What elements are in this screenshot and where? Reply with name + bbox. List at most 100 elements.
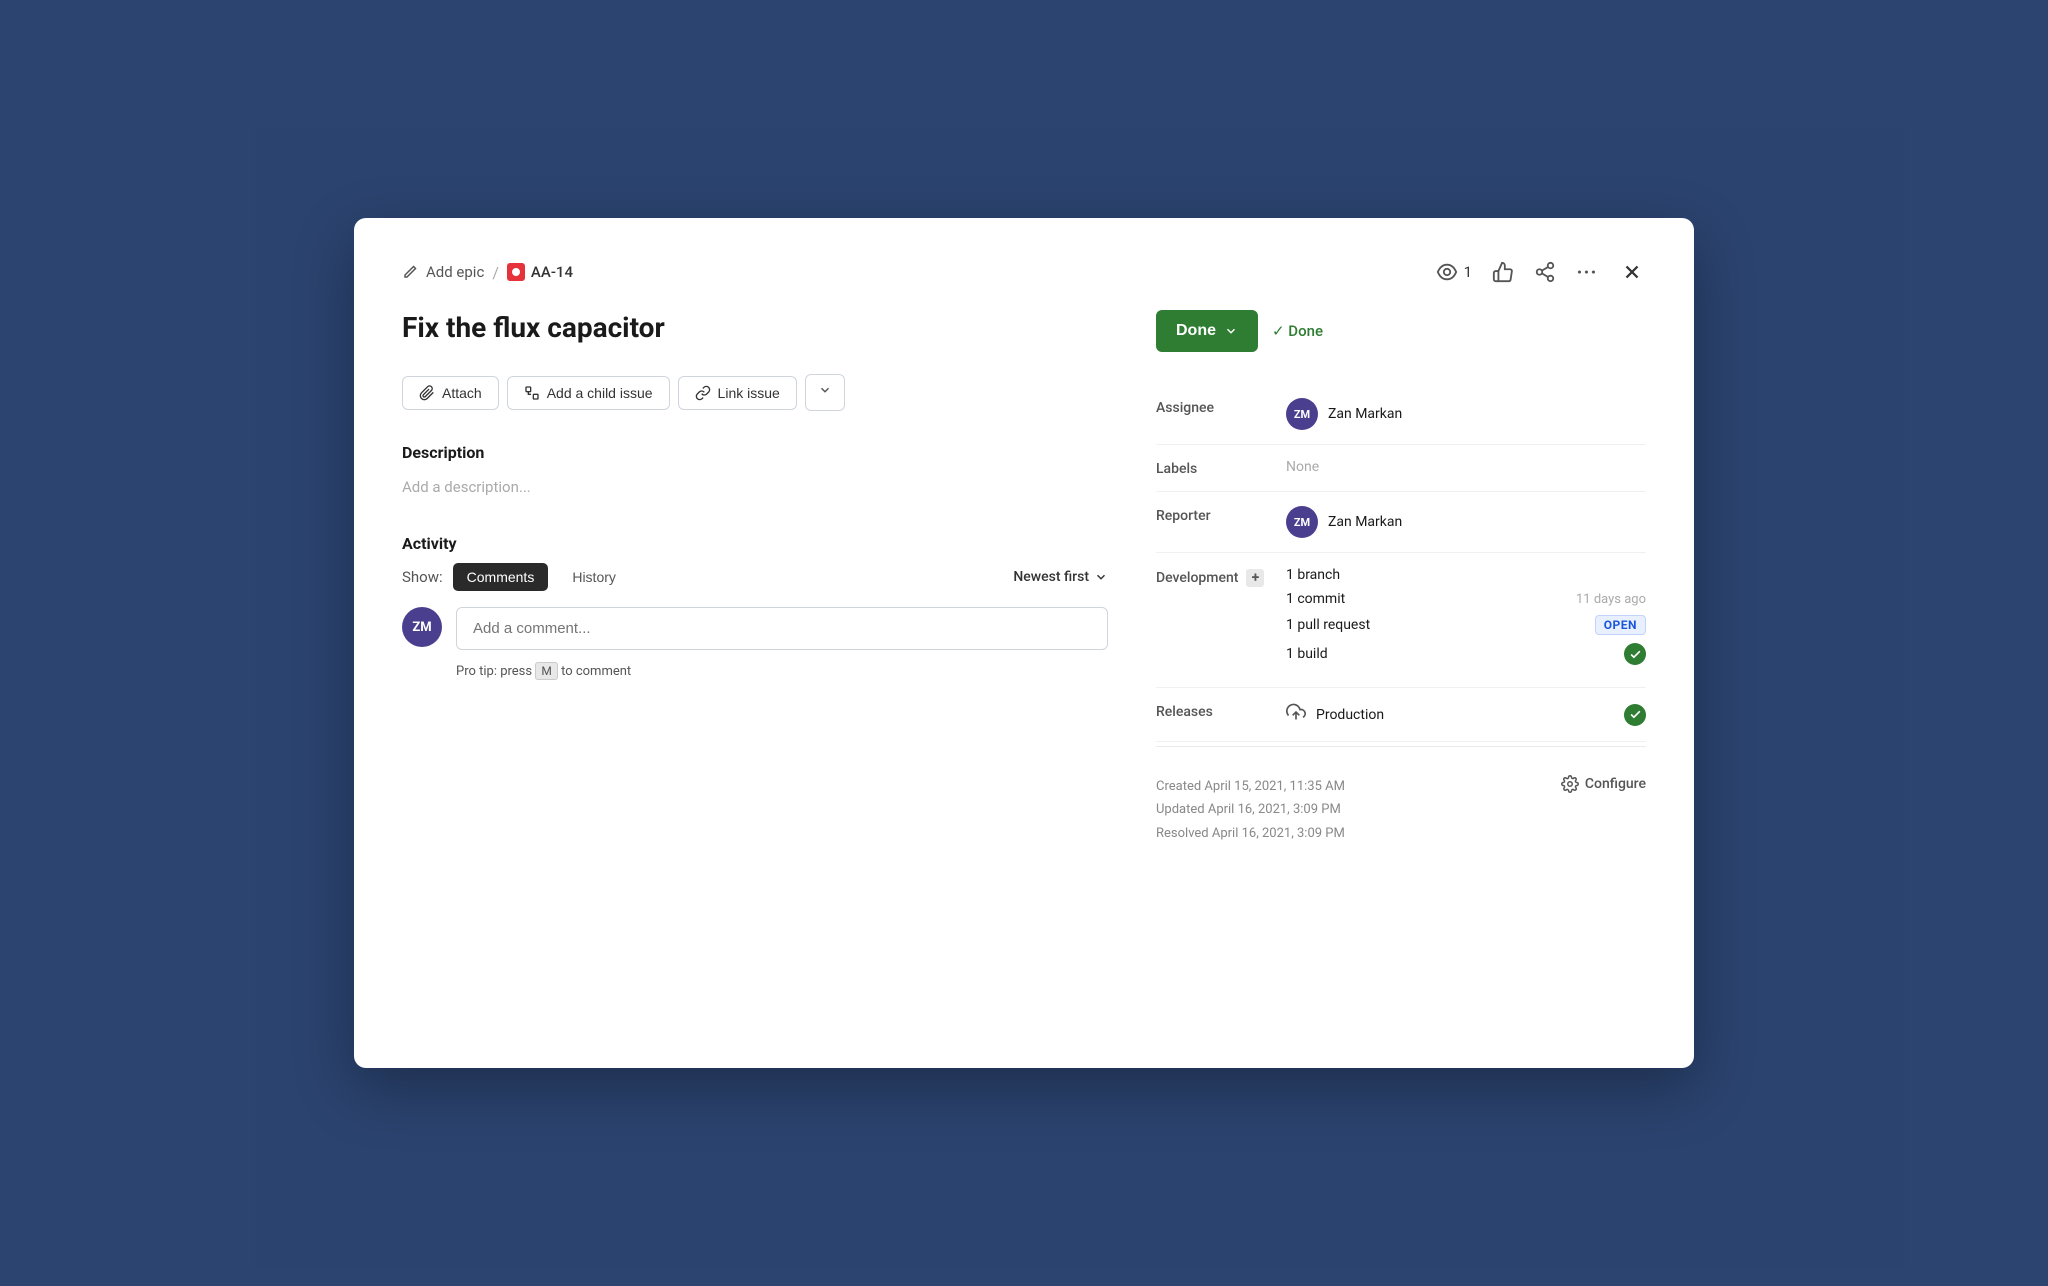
production-label: Production [1316,707,1384,723]
assignee-name: Zan Markan [1328,406,1402,422]
labels-row: Labels None [1156,445,1646,492]
reporter-value: ZM Zan Markan [1286,506,1646,538]
more-options-button[interactable]: ··· [1576,261,1598,283]
status-button[interactable]: Done [1156,310,1258,352]
add-child-issue-label: Add a child issue [547,385,653,401]
releases-row: Releases Production [1156,688,1646,742]
attach-label: Attach [442,385,482,401]
right-panel: Done ✓ Done Assignee ZM Za [1156,310,1646,1020]
configure-label: Configure [1585,776,1646,792]
assignee-value: ZM Zan Markan [1286,398,1646,430]
build-item: 1 build [1286,643,1646,665]
comment-input[interactable] [456,607,1108,650]
action-buttons: Attach Add a child issue Link issue [402,374,1108,411]
reporter-label: Reporter [1156,506,1286,524]
created-date: Created April 15, 2021, 11:35 AM [1156,775,1345,798]
issue-id[interactable]: AA-14 [531,263,573,281]
gear-icon [1561,775,1579,793]
assignee-initials: ZM [1294,408,1310,421]
development-items: 1 branch 1 commit 11 days ago 1 pull req… [1286,567,1646,673]
user-avatar: ZM [402,607,442,647]
sort-arrow-icon [1094,570,1108,584]
paperclip-icon [419,385,435,401]
shortcut-key: M [535,662,557,680]
add-child-issue-button[interactable]: Add a child issue [507,376,670,410]
assignee-avatar: ZM [1286,398,1318,430]
edit-icon [402,264,418,280]
share-button[interactable] [1534,261,1556,283]
footer-divider [1156,746,1646,747]
build-text: 1 build [1286,646,1328,662]
footer-meta: Created April 15, 2021, 11:35 AM Updated… [1156,775,1646,845]
development-row: Development + 1 branch 1 commit 11 days … [1156,553,1646,688]
modal-body: Fix the flux capacitor Attach Add a chil… [402,310,1646,1020]
reporter-avatar: ZM [1286,506,1318,538]
pull-request-item: 1 pull request OPEN [1286,615,1646,635]
eye-icon [1436,261,1458,283]
assignee-row: Assignee ZM Zan Markan [1156,384,1646,445]
reporter-row: Reporter ZM Zan Markan [1156,492,1646,553]
issue-title: Fix the flux capacitor [402,310,1108,346]
show-label: Show: [402,568,443,586]
reporter-initials: ZM [1294,516,1310,529]
breadcrumb-separator: / [492,263,499,282]
labels-label: Labels [1156,459,1286,477]
releases-label: Releases [1156,702,1286,720]
link-issue-button[interactable]: Link issue [678,376,797,410]
release-info: Production [1286,702,1384,727]
link-icon [695,385,711,401]
build-status-icon [1624,643,1646,665]
more-actions-button[interactable] [805,374,845,411]
activity-section: Activity Show: Comments History Newest f… [402,534,1108,679]
pro-tip-suffix: to comment [561,664,631,679]
child-issue-icon [524,385,540,401]
done-check: ✓ Done [1272,322,1323,340]
development-label: Development + [1156,567,1286,587]
labels-value: None [1286,459,1646,475]
description-placeholder[interactable]: Add a description... [402,472,1108,502]
development-add-button[interactable]: + [1246,569,1264,587]
status-check-text: ✓ Done [1272,322,1323,340]
chevron-down-icon [818,383,832,397]
close-button[interactable] [1618,258,1646,286]
sort-button[interactable]: Newest first [1013,569,1108,585]
configure-button[interactable]: Configure [1561,775,1646,793]
cloud-upload-icon [1286,702,1306,727]
issue-modal: Add epic / AA-14 1 [354,218,1694,1068]
sort-label: Newest first [1013,569,1089,585]
link-issue-label: Link issue [718,385,780,401]
reporter-name: Zan Markan [1328,514,1402,530]
dev-label-text: Development [1156,570,1238,586]
avatar-initials: ZM [412,620,431,635]
updated-date: Updated April 16, 2021, 3:09 PM [1156,798,1345,821]
comment-area: ZM [402,607,1108,650]
open-badge: OPEN [1595,615,1646,635]
status-chevron-icon [1224,324,1238,338]
watch-count: 1 [1464,263,1472,281]
left-panel: Fix the flux capacitor Attach Add a chil… [402,310,1108,1020]
status-button-label: Done [1176,322,1216,340]
show-row: Show: Comments History [402,563,630,591]
branch-text: 1 branch [1286,567,1340,583]
commit-meta: 11 days ago [1576,592,1646,607]
resolved-date: Resolved April 16, 2021, 3:09 PM [1156,822,1345,845]
watch-button[interactable]: 1 [1436,261,1472,283]
attach-button[interactable]: Attach [402,376,499,410]
description-section: Description Add a description... [402,443,1108,502]
breadcrumb: Add epic / AA-14 [402,263,573,282]
release-status-icon [1624,704,1646,726]
releases-value: Production [1286,702,1646,727]
assignee-info: ZM Zan Markan [1286,398,1646,430]
commit-text: 1 commit [1286,591,1345,607]
history-tab[interactable]: History [558,563,630,591]
thumbsup-button[interactable] [1492,261,1514,283]
activity-header: Show: Comments History Newest first [402,563,1108,591]
activity-title: Activity [402,534,1108,553]
pro-tip-text: Pro tip: press [456,664,532,679]
footer-dates: Created April 15, 2021, 11:35 AM Updated… [1156,775,1345,845]
add-epic-label[interactable]: Add epic [426,263,484,281]
issue-type-icon [507,263,525,281]
comments-tab[interactable]: Comments [453,563,549,591]
header-actions: 1 ··· [1436,258,1646,286]
assignee-label: Assignee [1156,398,1286,416]
